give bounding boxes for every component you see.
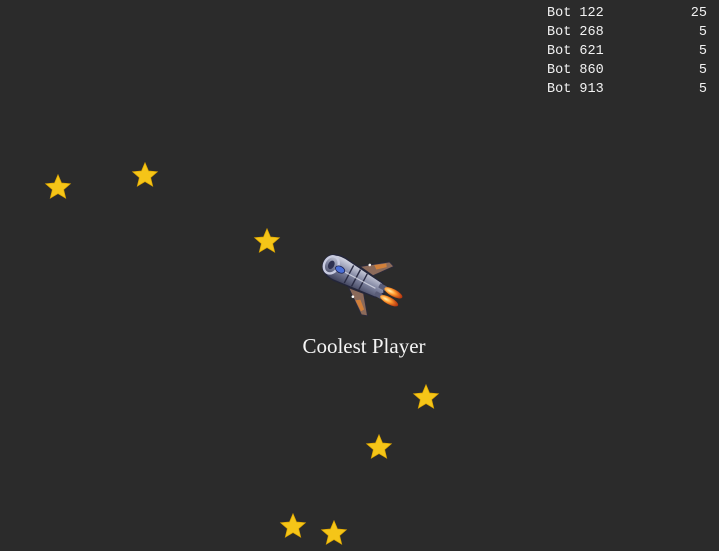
leaderboard-player-name: Bot 621 <box>547 44 604 59</box>
leaderboard-player-name: Bot 122 <box>547 6 604 21</box>
leaderboard-score: 5 <box>698 63 707 78</box>
leaderboard-row: Bot 913 5 <box>547 80 707 99</box>
leaderboard-row: Bot 122 25 <box>547 4 707 23</box>
leaderboard-score: 5 <box>698 25 707 40</box>
leaderboard-score: 5 <box>698 44 707 59</box>
leaderboard-player-name: Bot 913 <box>547 82 604 97</box>
leaderboard-score: 25 <box>690 6 707 21</box>
star-icon <box>44 173 72 201</box>
leaderboard-player-name: Bot 268 <box>547 25 604 40</box>
leaderboard-row: Bot 621 5 <box>547 42 707 61</box>
leaderboard-player-name: Bot 860 <box>547 63 604 78</box>
star-icon <box>320 519 348 547</box>
leaderboard-score: 5 <box>698 82 707 97</box>
star-icon <box>253 227 281 255</box>
leaderboard-row: Bot 860 5 <box>547 61 707 80</box>
game-canvas[interactable]: Bot 122 25 Bot 268 5 Bot 621 5 Bot 860 5… <box>0 0 719 551</box>
player-name-label: Coolest Player <box>302 334 426 358</box>
leaderboard-row: Bot 268 5 <box>547 23 707 42</box>
leaderboard: Bot 122 25 Bot 268 5 Bot 621 5 Bot 860 5… <box>547 4 707 99</box>
spaceship-icon <box>322 254 403 317</box>
player-ship[interactable] <box>304 234 414 322</box>
star-icon <box>365 433 393 461</box>
star-icon <box>131 161 159 189</box>
star-icon <box>412 383 440 411</box>
star-icon <box>279 512 307 540</box>
